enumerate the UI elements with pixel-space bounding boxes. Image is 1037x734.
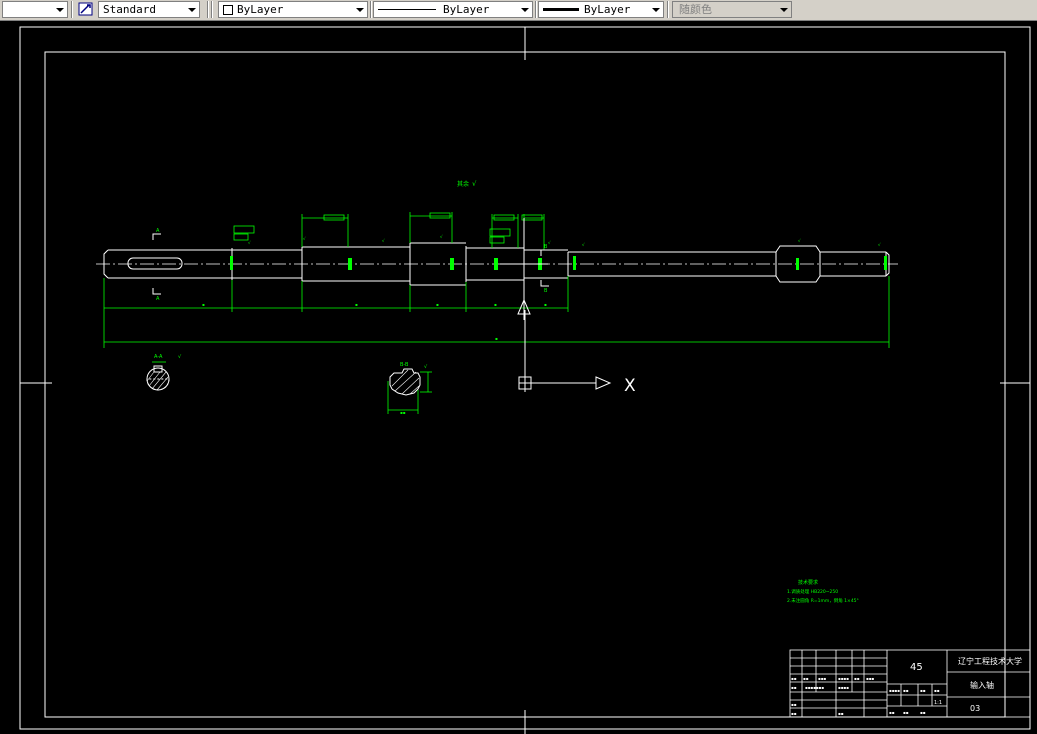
svg-text:▪▪: ▪▪: [903, 710, 909, 715]
svg-text:▪▪▪▪: ▪▪▪▪: [838, 685, 849, 690]
title-block-drawing-no: 03: [970, 704, 980, 713]
svg-text:√: √: [440, 234, 443, 239]
chevron-down-icon[interactable]: [649, 2, 663, 17]
text-style-dropdown[interactable]: Standard: [98, 1, 200, 18]
svg-text:▪▪: ▪▪: [791, 676, 797, 681]
lineweight-preview-icon: [543, 8, 579, 11]
svg-text:A: A: [156, 228, 160, 234]
title-block-scale: 1:1: [934, 700, 942, 706]
lineweight-dropdown[interactable]: ByLayer: [538, 1, 664, 18]
svg-text:√: √: [548, 240, 551, 245]
linetype-preview-icon: [378, 9, 436, 10]
chevron-down-icon[interactable]: [185, 2, 199, 17]
svg-text:A-A: A-A: [154, 354, 163, 360]
tech-req-line-2: 2.未注圆角 R=1mm，倒角 1×45°: [787, 597, 859, 604]
svg-text:▪: ▪: [202, 302, 205, 307]
svg-text:▪: ▪: [544, 302, 547, 307]
title-block: 45 辽宁工程技术大学 输入轴 03 1:1 ▪▪ ▪▪ ▪▪▪ ▪▪▪▪ ▪▪ ▪▪▪…: [789, 649, 1031, 718]
lineweight-value: ByLayer: [584, 3, 631, 16]
svg-text:▪▪: ▪▪: [920, 710, 926, 715]
title-block-part-name: 输入轴: [970, 680, 994, 690]
tech-req-line-1: 1.调质处理 HB220~250: [787, 588, 838, 595]
section-view-a: A-A √: [146, 354, 182, 391]
surface-note: 其余: [457, 180, 469, 188]
svg-text:▪: ▪: [494, 302, 497, 307]
toolbar-separator: [207, 1, 209, 18]
svg-text:▪▪: ▪▪: [838, 711, 844, 716]
svg-text:▪▪▪▪: ▪▪▪▪: [889, 688, 900, 693]
plot-style-value: 随颜色: [679, 3, 712, 16]
text-style-icon[interactable]: [77, 1, 95, 18]
ucs-x-label: X: [624, 376, 636, 396]
chevron-down-icon[interactable]: [53, 2, 67, 17]
svg-text:▪: ▪: [436, 302, 439, 307]
svg-text:B-B: B-B: [400, 362, 409, 368]
technical-requirements: 技术要求 1.调质处理 HB220~250 2.未注圆角 R=1mm，倒角 1×…: [787, 579, 859, 604]
chevron-down-icon[interactable]: [518, 2, 532, 17]
svg-text:▪▪: ▪▪: [920, 688, 926, 693]
svg-text:√: √: [248, 240, 251, 245]
chevron-down-icon[interactable]: [353, 2, 367, 17]
previous-dropdown[interactable]: [2, 1, 68, 18]
svg-text:√: √: [878, 242, 881, 247]
svg-text:▪▪: ▪▪: [803, 676, 809, 681]
svg-text:√: √: [582, 242, 585, 247]
svg-text:▪▪: ▪▪: [791, 711, 797, 716]
color-swatch-icon: [223, 5, 233, 15]
svg-text:B: B: [544, 288, 548, 294]
toolbar-separator: [535, 1, 537, 18]
title-block-school: 辽宁工程技术大学: [958, 656, 1022, 666]
linetype-dropdown[interactable]: ByLayer: [373, 1, 533, 18]
svg-text:√: √: [178, 354, 182, 360]
chevron-down-icon[interactable]: [777, 2, 791, 17]
svg-text:▪: ▪: [495, 336, 498, 341]
svg-text:▪▪▪: ▪▪▪: [866, 676, 874, 681]
toolbar-separator: [71, 1, 73, 18]
title-block-material: 45: [910, 662, 923, 673]
svg-text:▪▪: ▪▪: [400, 410, 406, 415]
svg-text:B: B: [544, 244, 548, 250]
svg-text:▪▪: ▪▪: [889, 710, 895, 715]
roughness-marks: √ √ √ √ √ √ √ √: [248, 234, 881, 247]
linetype-value: ByLayer: [443, 3, 490, 16]
svg-text:▪▪▪▪▪▪▪: ▪▪▪▪▪▪▪: [805, 685, 824, 690]
plot-style-dropdown[interactable]: 随颜色: [672, 1, 792, 18]
svg-text:√: √: [424, 364, 428, 370]
color-dropdown[interactable]: ByLayer: [218, 1, 368, 18]
roughness-symbol-icon: √: [472, 180, 477, 188]
svg-text:▪▪: ▪▪: [934, 688, 940, 693]
color-value: ByLayer: [237, 3, 284, 16]
svg-text:√: √: [382, 238, 385, 243]
svg-text:▪▪: ▪▪: [791, 702, 797, 707]
tech-req-title: 技术要求: [798, 579, 818, 586]
svg-text:▪▪: ▪▪: [903, 688, 909, 693]
drawing-canvas[interactable]: √√ √√ √√ √√ ▪▪ ▪▪ ▪▪ AA BB 其余 √ A-A √: [0, 21, 1037, 734]
svg-text:▪▪: ▪▪: [791, 685, 797, 690]
text-style-value: Standard: [103, 3, 156, 16]
toolbar-separator: [211, 1, 213, 18]
svg-text:▪▪▪: ▪▪▪: [818, 676, 826, 681]
toolbar-separator: [667, 1, 669, 18]
svg-text:▪▪▪▪: ▪▪▪▪: [838, 676, 849, 681]
toolbar-separator: [370, 1, 372, 18]
svg-text:√: √: [798, 238, 801, 243]
section-view-b: B-B √ ▪▪: [387, 362, 432, 415]
tolerance-marks: [230, 256, 887, 270]
svg-text:▪: ▪: [355, 302, 358, 307]
properties-toolbar: Standard ByLayer ByLayer ByLayer 随颜色: [0, 0, 1037, 21]
svg-text:A: A: [156, 296, 160, 302]
svg-text:▪▪: ▪▪: [854, 676, 860, 681]
svg-text:√: √: [303, 236, 306, 241]
ucs-icon: X: [518, 310, 636, 396]
